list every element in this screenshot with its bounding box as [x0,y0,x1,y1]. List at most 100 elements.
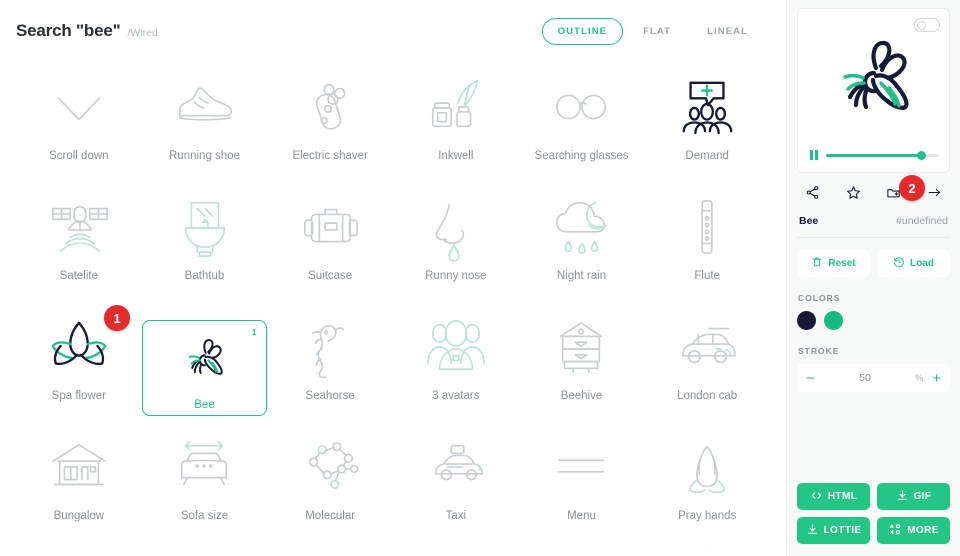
icon-card-label: Inkwell [438,150,474,162]
icon-card[interactable]: Molecular [267,422,393,542]
icon-card-label: Seahorse [305,390,355,402]
icon-card[interactable]: 1 Bee [141,320,268,416]
bee-icon [173,331,235,393]
arrow-right-icon[interactable] [927,185,942,205]
stroke-stepper: − 50 % + [797,364,950,392]
suitcase-icon [519,542,645,556]
progress-slider[interactable] [825,150,939,160]
download-icon [806,523,819,539]
icon-card[interactable]: Bathtub [142,182,268,302]
icon-card[interactable]: Beehive [519,302,645,422]
icon-card-label: Night rain [556,270,607,282]
reset-label: Reset [828,258,856,269]
icon-card[interactable]: London cab [644,302,770,422]
flute-icon [676,196,738,258]
runny-nose-icon [425,196,487,262]
icon-grid-next-row [0,542,786,556]
load-label: Load [910,258,934,269]
main-content: Search "bee" /Wired OUTLINE FLAT LINEAL … [0,0,786,556]
export-html-button[interactable]: HTML [797,483,870,510]
top-bar: Search "bee" /Wired OUTLINE FLAT LINEAL [0,0,786,62]
icon-card-label: Molecular [305,510,356,522]
icon-card[interactable]: Electric shaver [267,62,393,182]
color-swatch-dark[interactable] [797,311,816,330]
stroke-decrease-button[interactable]: − [806,371,815,386]
color-swatch-green[interactable] [824,311,843,330]
tab-outline[interactable]: OUTLINE [541,17,624,45]
icon-card[interactable]: Seahorse [267,302,393,422]
icon-card-label: Satelite [59,270,98,282]
icon-card-label: Running shoe [169,150,240,162]
icon-name: Bee [799,215,819,227]
icon-card[interactable]: Demand [644,62,770,182]
icon-card[interactable]: Satelite [16,182,142,302]
icon-card[interactable]: Menu [519,422,645,542]
trash-icon [811,256,823,271]
export-gif-button[interactable]: GIF [877,483,950,510]
star-icon[interactable] [846,185,861,205]
sofa-size-icon [173,436,235,498]
icon-card[interactable]: Sofa size [142,422,268,542]
icon-card[interactable]: Searching glasses [519,62,645,182]
export-lottie-label: LOTTIE [823,525,862,536]
stroke-increase-button[interactable]: + [932,371,941,386]
toggle-knob [917,20,926,30]
icon-card-label: Electric shaver [292,150,368,162]
pause-icon[interactable] [810,150,818,160]
annotation-marker: 1 [104,305,130,331]
icon-card-label: 3 avatars [432,390,480,402]
history-icon [893,256,905,271]
three-avatars-icon [425,316,487,378]
icon-card[interactable]: 3 avatars [393,302,519,422]
export-gif-label: GIF [913,491,932,502]
searching-glasses-icon [550,76,612,138]
colors-section-label: COLORS [798,293,841,303]
icon-card[interactable]: Taxi [393,422,519,542]
style-tabs: OUTLINE FLAT LINEAL [541,17,764,45]
scroll-down-icon [48,76,110,138]
preview-illustration [806,17,941,150]
icon-card-label: Demand [685,150,729,162]
icon-card[interactable]: Flute [644,182,770,302]
preview-action-row [797,173,950,205]
page-title: Search "bee" [16,21,121,40]
molecular-icon [299,436,361,498]
stroke-section-label: STROKE [798,346,840,356]
icon-grid: Scroll down Running shoe Electric shaver In… [0,62,786,542]
menu-icon [550,436,612,498]
progress-fill [825,153,922,157]
preview-toggle[interactable] [914,18,940,32]
share-icon[interactable] [805,185,820,205]
download-icon [896,489,909,505]
icon-card-label: Runny nose [425,270,487,282]
load-button[interactable]: Load [877,250,950,277]
icon-card[interactable]: Suitcase [267,182,393,302]
icon-card[interactable]: Pray hands [644,422,770,542]
icon-card-label: Bungalow [53,510,105,522]
icon-card-label: London cab [677,390,738,402]
night-rain-icon [550,196,612,258]
beehive-icon [393,542,519,556]
satellite-icon [48,196,110,258]
icon-card[interactable]: Inkwell [393,62,519,182]
icon-card[interactable]: Runny nose [393,182,519,302]
export-lottie-button[interactable]: LOTTIE [797,517,870,544]
preview-card [797,8,950,173]
shapes-icon [888,523,902,539]
icon-card-label: Sofa size [180,510,229,522]
icon-card[interactable]: Running shoe [142,62,268,182]
editor-button-row: Reset Load [797,238,950,277]
icon-card[interactable]: Bungalow [16,422,142,542]
export-more-button[interactable]: MORE [877,517,950,544]
tab-lineal[interactable]: LINEAL [691,18,764,45]
icon-card[interactable]: Night rain [519,182,645,302]
stroke-value[interactable]: 50 [815,372,915,384]
suitcase-icon [299,196,361,258]
progress-thumb[interactable] [917,150,927,160]
icon-card[interactable]: Scroll down [16,62,142,182]
tab-flat[interactable]: FLAT [627,18,687,45]
inkwell-icon [425,76,487,138]
icon-card-label: Spa flower [51,390,106,402]
reset-button[interactable]: Reset [797,250,870,277]
flute-icon [644,542,770,556]
